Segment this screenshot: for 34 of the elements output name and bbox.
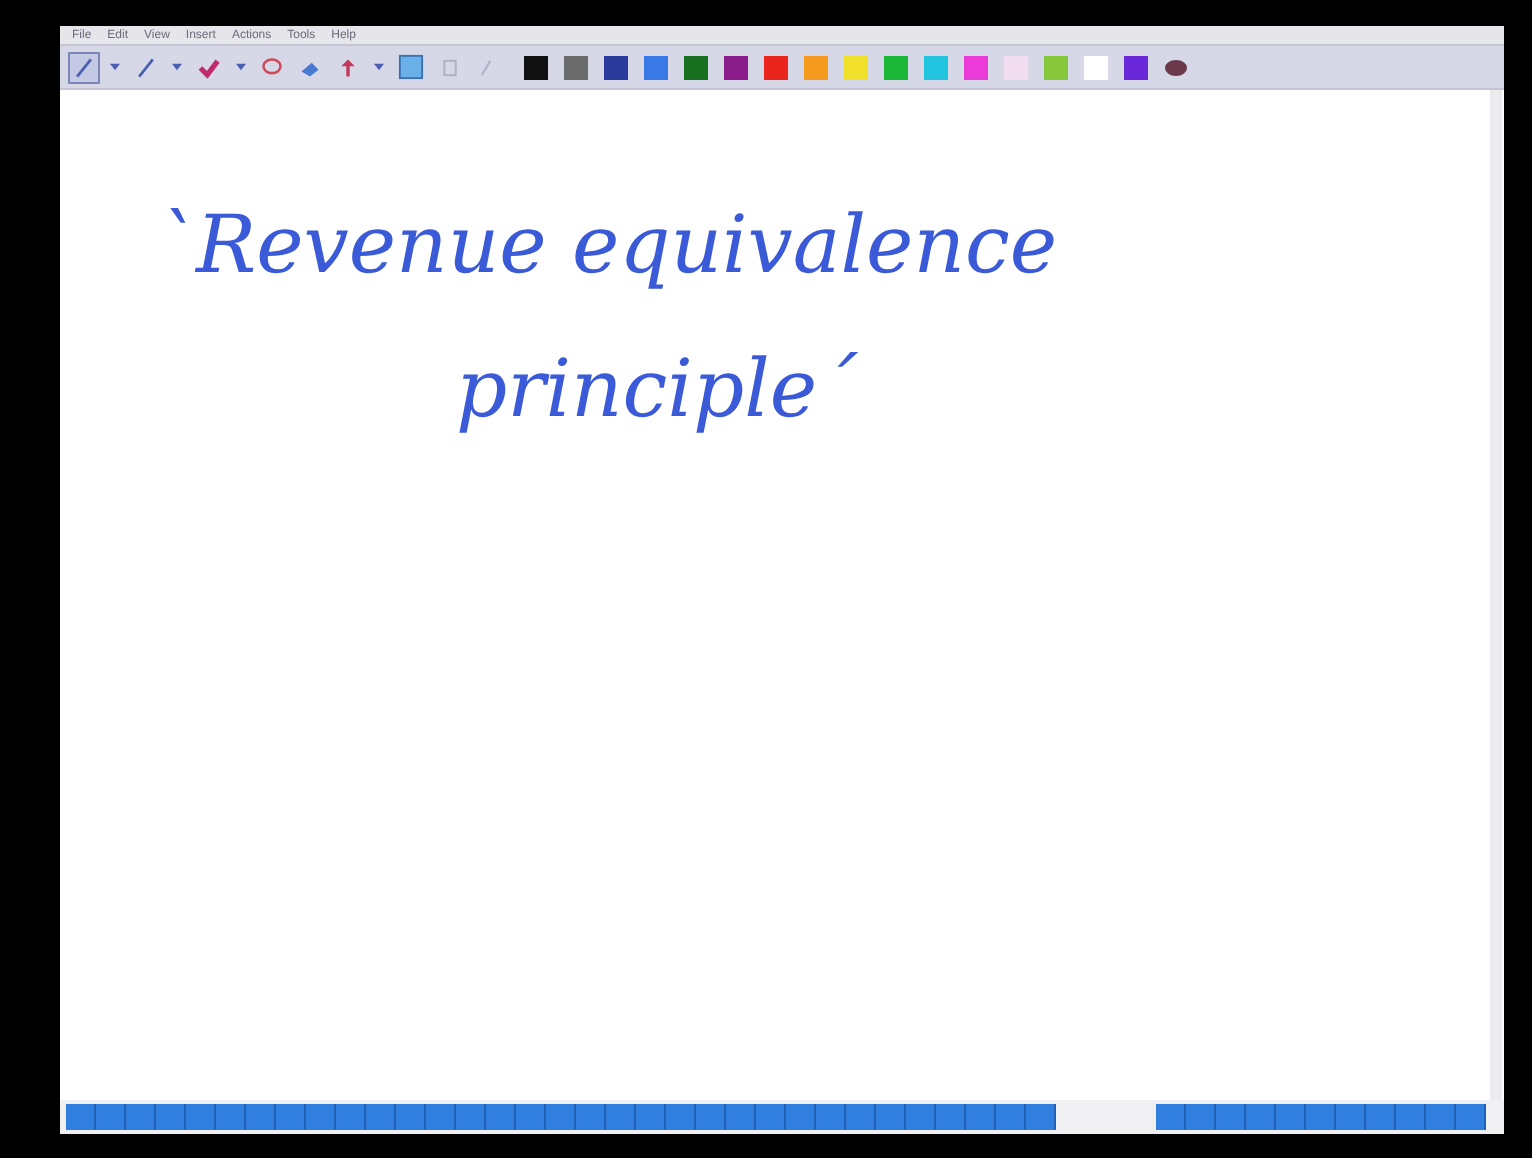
color-swatch[interactable] xyxy=(604,55,628,79)
color-swatch[interactable] xyxy=(1044,55,1068,79)
color-swatch[interactable] xyxy=(684,55,708,79)
caret-icon xyxy=(172,62,182,72)
palette-icon[interactable] xyxy=(1164,57,1188,77)
color-swatch[interactable] xyxy=(884,55,908,79)
line-icon xyxy=(475,55,495,79)
pen-icon xyxy=(134,55,158,79)
lasso-icon xyxy=(260,55,284,79)
color-swatch[interactable] xyxy=(644,55,668,79)
color-swatch[interactable] xyxy=(924,55,948,79)
pen-icon xyxy=(72,55,96,79)
color-swatch[interactable] xyxy=(1004,55,1028,79)
pen-tool[interactable] xyxy=(68,51,100,83)
color-swatch[interactable] xyxy=(724,55,748,79)
page-icon xyxy=(398,54,424,80)
color-swatch[interactable] xyxy=(964,55,988,79)
scrollbar[interactable] xyxy=(1490,90,1502,1100)
caret-icon xyxy=(236,62,246,72)
arrow-up-icon xyxy=(336,55,360,79)
caret-icon xyxy=(110,62,120,72)
checkmark-icon xyxy=(196,55,222,79)
color-swatch[interactable] xyxy=(804,55,828,79)
color-swatch[interactable] xyxy=(1084,55,1108,79)
caret-icon xyxy=(374,62,384,72)
color-swatch[interactable] xyxy=(764,55,788,79)
color-swatch[interactable] xyxy=(524,55,548,79)
rectangle-icon xyxy=(439,55,459,79)
handwritten-text: `Revenue equivalence xyxy=(156,198,1060,296)
color-swatch[interactable] xyxy=(564,55,588,79)
color-swatch[interactable] xyxy=(1124,55,1148,79)
page-tool[interactable] xyxy=(394,51,428,83)
handwritten-text: principle´ xyxy=(454,342,860,440)
color-swatch[interactable] xyxy=(844,55,868,79)
